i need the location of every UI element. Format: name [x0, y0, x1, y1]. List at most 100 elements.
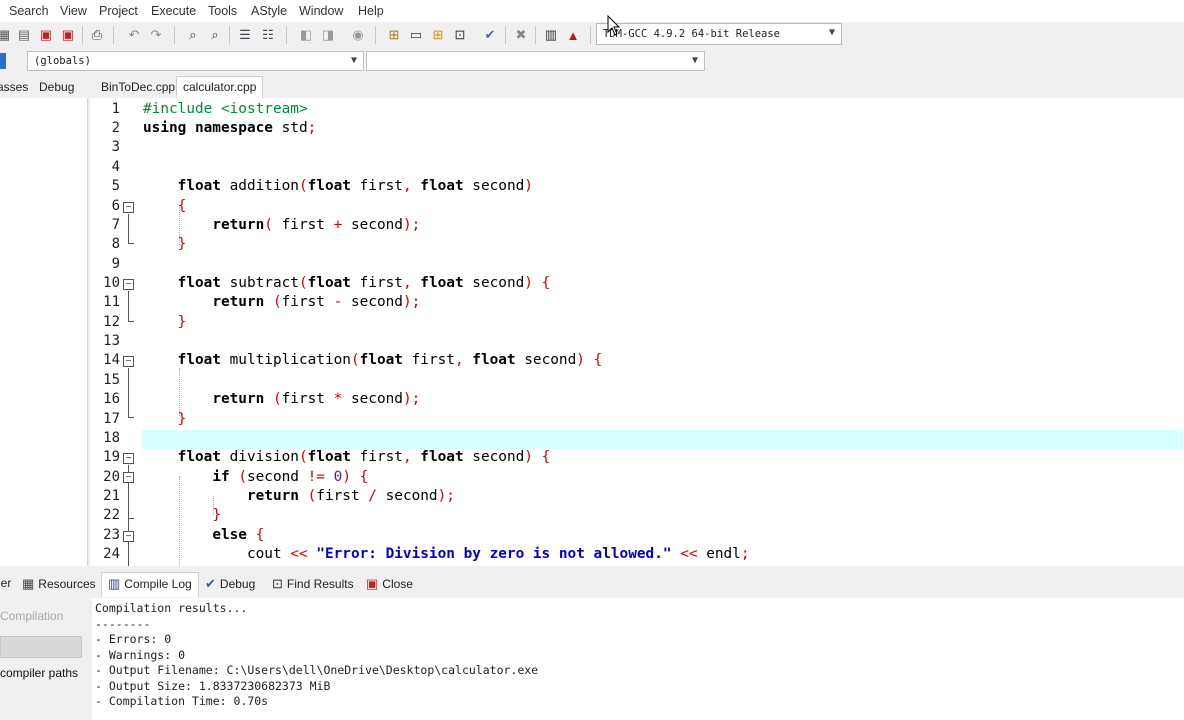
fold-toggle-icon[interactable]: − — [123, 453, 134, 464]
stop-icon[interactable]: ✖ — [511, 25, 531, 45]
code-line: return (first / second); — [246, 488, 455, 504]
code-line: if (second != 0) { — [212, 469, 369, 485]
menu-astyle[interactable]: AStyle — [251, 4, 287, 18]
code-line: float addition(float first, float second… — [177, 178, 533, 194]
tab-bintodec[interactable]: BinToDec.cpp — [101, 80, 175, 94]
code-area[interactable]: #include <iostream> using namespace std;… — [142, 98, 1183, 566]
log-line: - Errors: 0 — [95, 632, 172, 646]
chevron-down-icon: ▼ — [691, 55, 698, 66]
menu-window[interactable]: Window — [299, 4, 343, 18]
tab-debug[interactable]: Debug — [39, 80, 74, 94]
code-line: } — [177, 314, 187, 330]
compile-log-output: Compilation results... -------- - Errors… — [92, 598, 1184, 720]
log-line: Compilation results... — [95, 601, 248, 615]
line-number: 17 — [103, 411, 120, 427]
menu-help[interactable]: Help — [358, 4, 384, 18]
code-line: } — [177, 236, 187, 252]
tab-classes[interactable]: asses — [0, 80, 28, 94]
mouse-cursor-icon — [607, 15, 621, 36]
compiler-select[interactable]: TDM-GCC 4.9.2 64-bit Release ▼ — [596, 23, 842, 45]
menu-search[interactable]: Search — [9, 4, 49, 18]
tab-compile-log[interactable]: ▥ Compile Log — [101, 572, 199, 597]
line-number: 11 — [103, 294, 120, 310]
compiler-options-panel: Compilation compiler paths — [0, 598, 88, 720]
line-number: 3 — [111, 139, 120, 155]
log-line: - Output Size: 1.8337230682373 MiB — [95, 678, 331, 693]
menu-execute[interactable]: Execute — [151, 4, 196, 18]
line-number: 4 — [111, 159, 120, 175]
log-line: -------- — [95, 616, 151, 631]
line-number: 21 — [103, 488, 120, 504]
chevron-down-icon: ▼ — [828, 27, 835, 38]
unindent-icon[interactable]: ☷ — [258, 25, 278, 45]
line-number: 5 — [111, 178, 120, 194]
line-number: 14 — [103, 352, 120, 368]
fold-toggle-icon[interactable]: − — [123, 356, 134, 367]
tab-resources[interactable]: ▦ Resources — [22, 576, 96, 592]
profile-icon[interactable]: ▲ — [563, 25, 583, 45]
goto-icon[interactable]: ◉ — [348, 25, 368, 45]
code-line: cout << "Error: Division by zero is not … — [143, 546, 750, 562]
close-file-icon[interactable]: ▣ — [36, 25, 56, 45]
tiles-icon[interactable]: ⊞ — [428, 25, 448, 45]
line-gutter: 1 2 3 4 5 6 7 8 9 10 11 12 13 14 15 16 1… — [90, 98, 142, 566]
main-toolbar: ▦ ▤ ▣ ▣ ⎙ ↶ ↷ ⌕ ⌕ ☰ ☷ ◧ ◨ ◉ ⊞ ▭ ⊞ ⊡ ✔ ✖ … — [0, 22, 1184, 48]
bottom-panel: Compilation compiler paths Compilation r… — [0, 598, 1184, 720]
code-line: { — [177, 198, 187, 214]
fold-toggle-icon[interactable]: − — [123, 531, 134, 542]
tab-debug-bottom-label: Debug — [219, 577, 256, 591]
scope-select[interactable]: (globals) ▼ — [27, 51, 364, 71]
code-line: else { — [212, 527, 265, 543]
menu-bar: Search View Project Execute Tools AStyle… — [0, 0, 1184, 22]
close-all-icon[interactable]: ▣ — [58, 25, 78, 45]
tab-close[interactable]: ▣ Close — [366, 576, 413, 592]
chevron-down-icon: ▼ — [350, 55, 357, 66]
bottom-tab-bar: ler ▦Resources ▥Compile Log ✔Debug ⊡Find… — [0, 570, 1184, 598]
fold-toggle-icon[interactable]: − — [123, 202, 134, 213]
code-editor[interactable]: 1 2 3 4 5 6 7 8 9 10 11 12 13 14 15 16 1… — [90, 98, 1184, 566]
bookmark-next-icon[interactable]: ◨ — [318, 25, 338, 45]
tab-compiler[interactable]: ler — [0, 576, 11, 590]
tab-resources-label: Resources — [38, 577, 96, 591]
code-line: return (first * second); — [212, 391, 421, 407]
compiler-paths-label[interactable]: compiler paths — [0, 666, 78, 680]
undo-icon[interactable]: ↶ — [124, 25, 144, 45]
tab-compiler-label: ler — [0, 576, 12, 590]
abort-compilation-button[interactable]: Compilation — [0, 606, 82, 628]
log-line: - Warnings: 0 — [95, 647, 186, 662]
find-icon[interactable]: ⌕ — [183, 25, 203, 45]
line-number: 18 — [103, 430, 120, 446]
menu-tools[interactable]: Tools — [208, 4, 237, 18]
window-icon[interactable]: ▭ — [406, 25, 426, 45]
chart-icon[interactable]: ▥ — [541, 25, 561, 45]
redo-icon[interactable]: ↷ — [146, 25, 166, 45]
close-icon: ▣ — [366, 576, 379, 591]
tab-find-results-label: Find Results — [286, 577, 354, 591]
check-icon[interactable]: ✔ — [480, 25, 500, 45]
line-number: 22 — [103, 507, 120, 523]
member-select[interactable]: ▼ — [366, 51, 705, 71]
save-all-icon[interactable]: ▤ — [14, 25, 34, 45]
grid-icon[interactable]: ⊞ — [384, 25, 404, 45]
panel-toggle-icon[interactable] — [0, 53, 6, 69]
code-line: float subtract(float first, float second… — [177, 275, 551, 291]
save-icon[interactable]: ▦ — [0, 25, 14, 45]
menu-view[interactable]: View — [60, 4, 87, 18]
layout-icon[interactable]: ⊡ — [450, 25, 470, 45]
resources-icon: ▦ — [22, 576, 35, 591]
fold-toggle-icon[interactable]: − — [123, 472, 134, 483]
tab-bar: asses Debug BinToDec.cpp calculator.cpp — [0, 76, 1184, 98]
bookmark-prev-icon[interactable]: ◧ — [296, 25, 316, 45]
tab-calculator[interactable]: calculator.cpp — [176, 76, 264, 98]
fold-toggle-icon[interactable]: − — [123, 279, 134, 290]
print-icon[interactable]: ⎙ — [87, 25, 107, 45]
code-line: return( first + second); — [212, 217, 421, 233]
code-line: } — [212, 507, 221, 523]
line-number: 16 — [103, 391, 120, 407]
indent-icon[interactable]: ☰ — [235, 25, 255, 45]
replace-icon[interactable]: ⌕ — [205, 25, 225, 45]
menu-project[interactable]: Project — [99, 4, 138, 18]
tab-find-results[interactable]: ⊡ Find Results — [272, 576, 354, 592]
code-line: return (first - second); — [212, 294, 421, 310]
tab-debug-bottom[interactable]: ✔ Debug — [205, 576, 255, 592]
